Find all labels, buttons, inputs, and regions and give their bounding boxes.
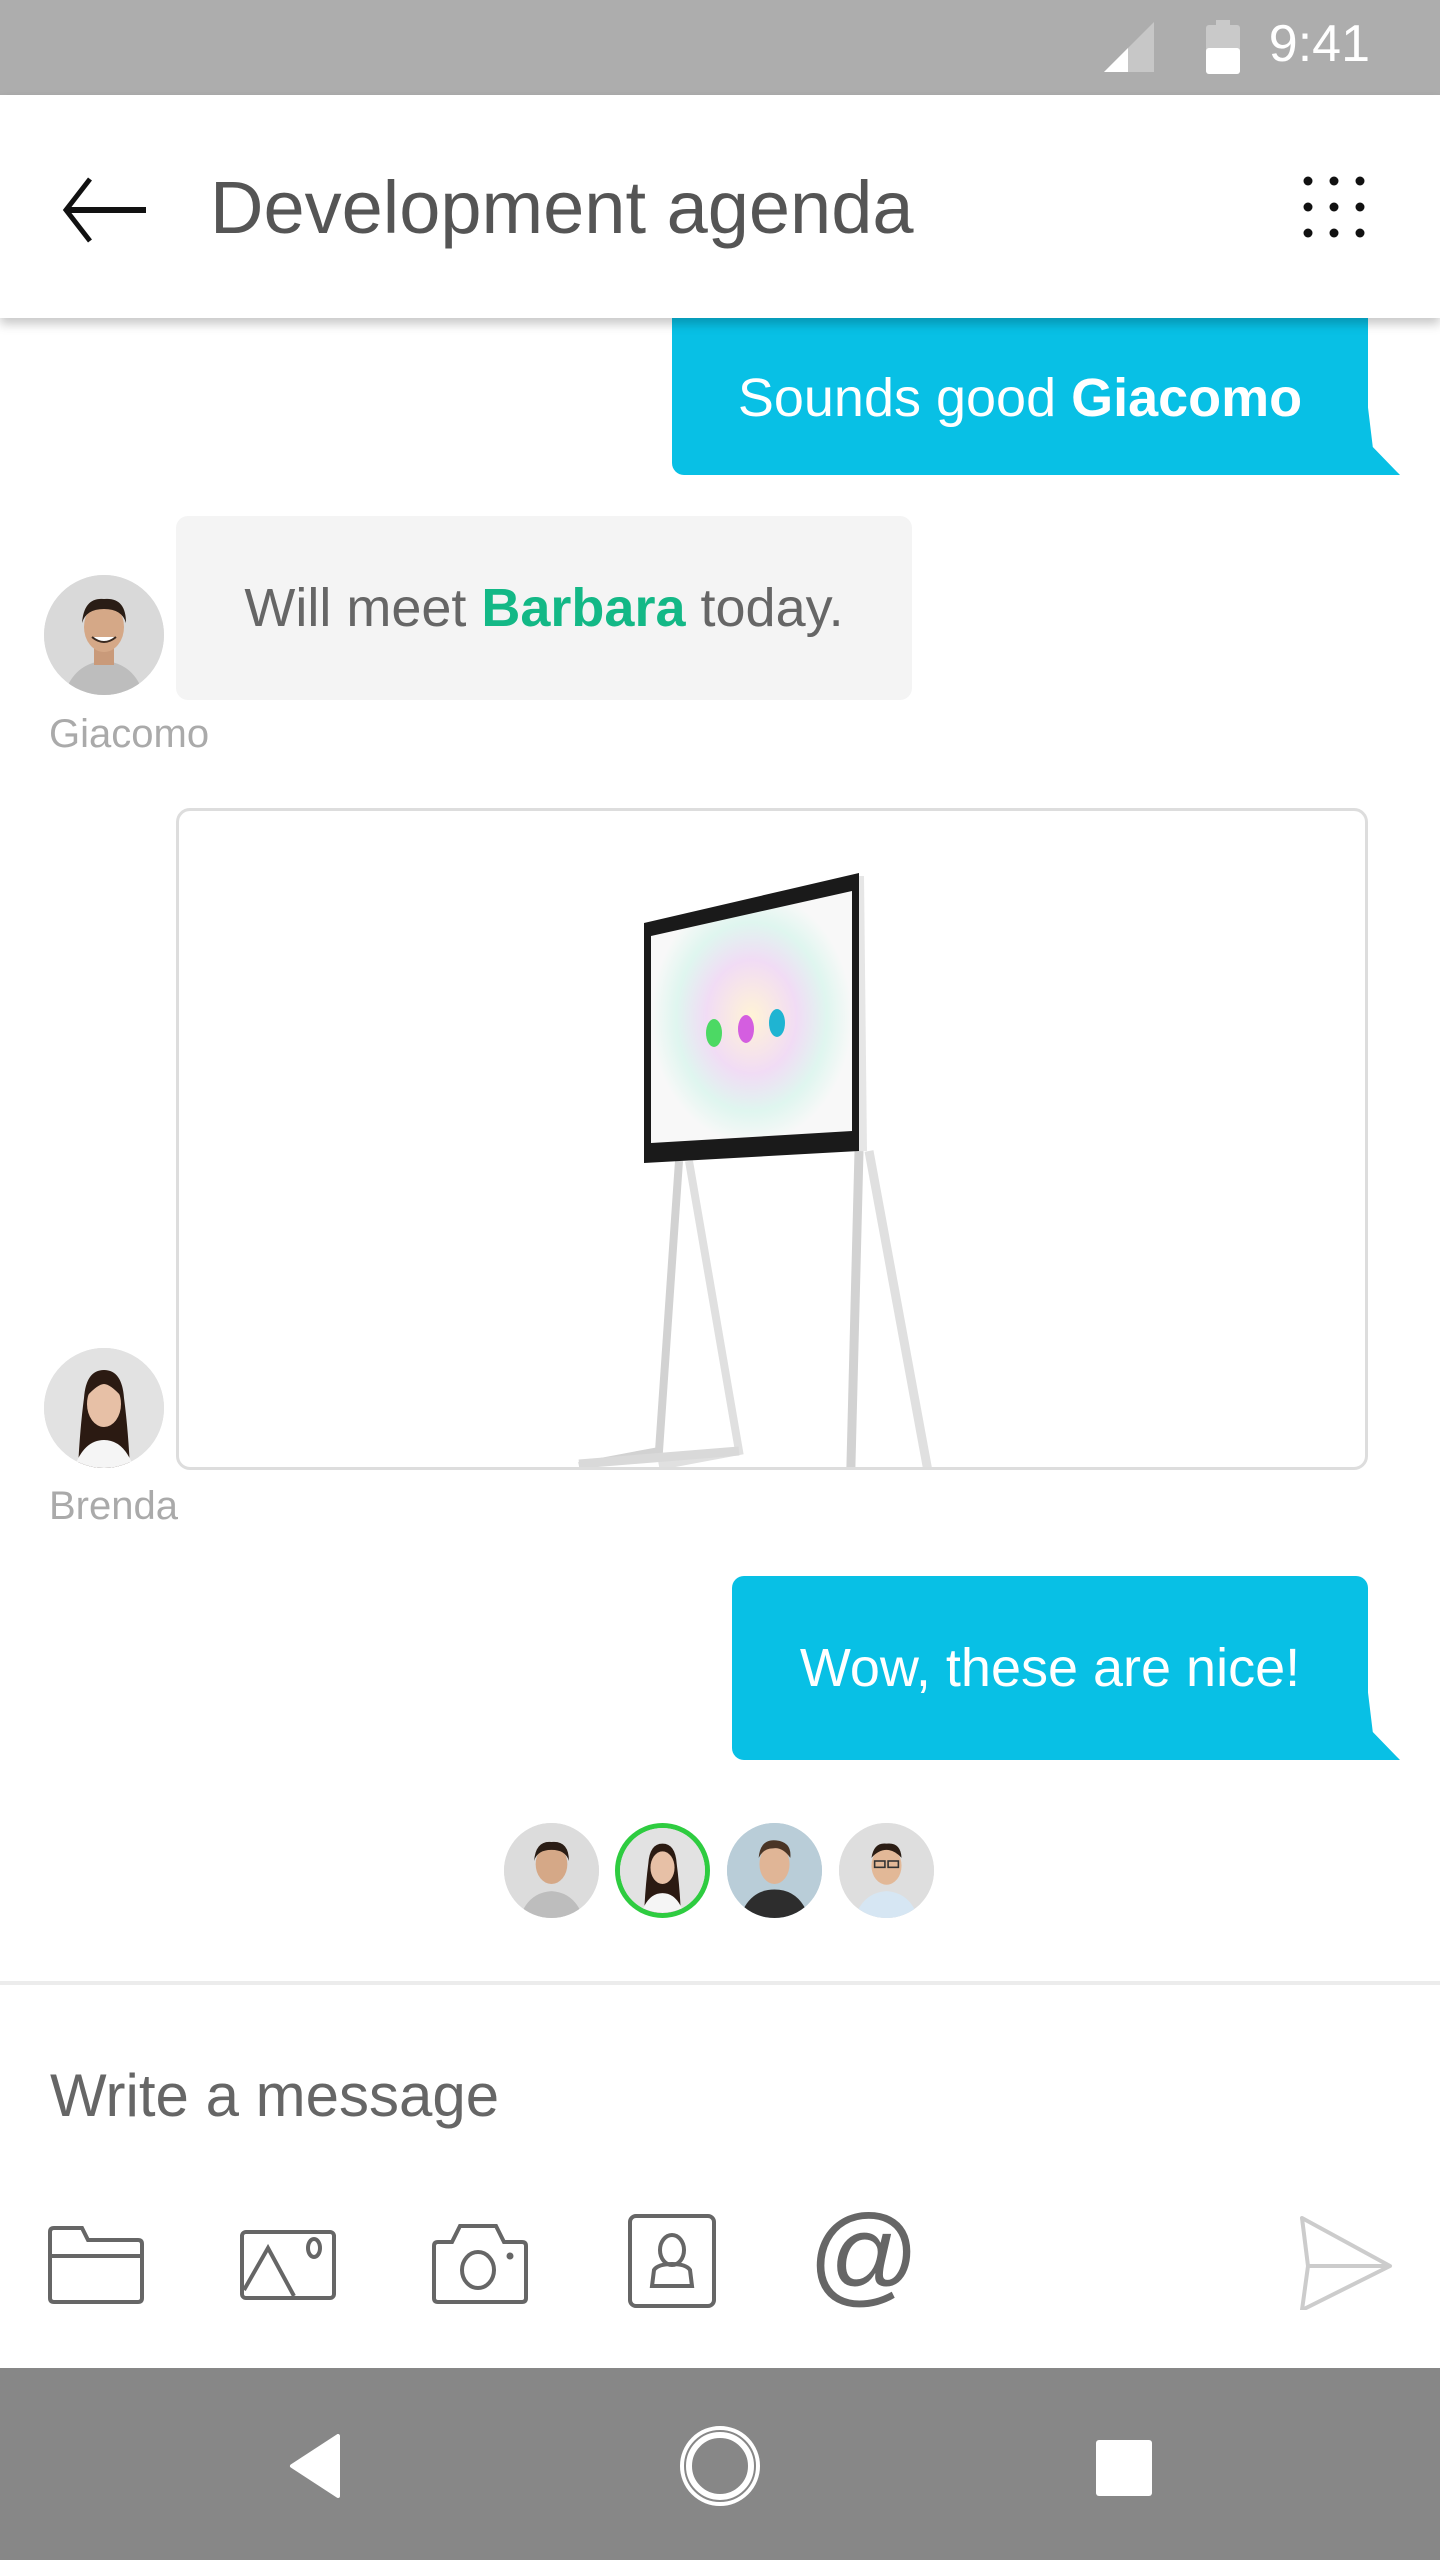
sender-name: Brenda: [49, 1484, 178, 1528]
message-bubble-incoming[interactable]: Will meet Barbara today.: [176, 516, 912, 700]
seen-avatar-2-active[interactable]: [615, 1823, 710, 1918]
conversation-title: Development agenda: [210, 166, 914, 249]
message-bubble-outgoing[interactable]: Sounds good Giacomo: [672, 300, 1368, 475]
contact-icon[interactable]: [622, 2210, 722, 2310]
battery-icon: [1206, 20, 1240, 74]
message-input[interactable]: [50, 2050, 1150, 2140]
nav-recents-icon[interactable]: [1094, 2438, 1154, 2498]
mention[interactable]: Giacomo: [1071, 368, 1302, 428]
grid-menu-icon[interactable]: [1300, 173, 1372, 245]
image-attachment[interactable]: [176, 808, 1368, 1470]
status-time: 9:41: [1268, 15, 1370, 73]
app-header: Development agenda: [0, 95, 1440, 318]
signal-icon: [1104, 22, 1154, 72]
camera-icon[interactable]: [430, 2210, 530, 2310]
system-nav-bar: [0, 2368, 1440, 2560]
folder-icon[interactable]: [46, 2210, 146, 2310]
message-text: Will meet Barbara today.: [244, 578, 844, 638]
image-icon[interactable]: [238, 2210, 338, 2310]
seen-avatar-1[interactable]: [504, 1823, 599, 1918]
avatar-giacomo[interactable]: [44, 575, 164, 695]
avatar-brenda[interactable]: [44, 1348, 164, 1468]
nav-back-icon[interactable]: [286, 2434, 346, 2498]
composer-divider: [0, 1981, 1440, 1985]
message-text: Wow, these are nice!: [799, 1638, 1301, 1698]
message-text: Sounds good Giacomo: [737, 367, 1303, 428]
nav-home-icon[interactable]: [678, 2424, 762, 2508]
message-bubble-outgoing[interactable]: Wow, these are nice!: [732, 1576, 1368, 1760]
back-arrow-icon[interactable]: [60, 175, 150, 245]
send-icon[interactable]: [1296, 2210, 1396, 2310]
seen-avatar-4[interactable]: [839, 1823, 934, 1918]
product-image: [578, 873, 932, 1467]
mention-icon[interactable]: @: [814, 2210, 914, 2310]
sender-name: Giacomo: [49, 712, 210, 756]
seen-avatar-3[interactable]: [727, 1823, 822, 1918]
status-bar: 9:41: [0, 0, 1440, 95]
mention[interactable]: Barbara: [481, 578, 685, 638]
svg-text:@: @: [814, 2210, 914, 2310]
